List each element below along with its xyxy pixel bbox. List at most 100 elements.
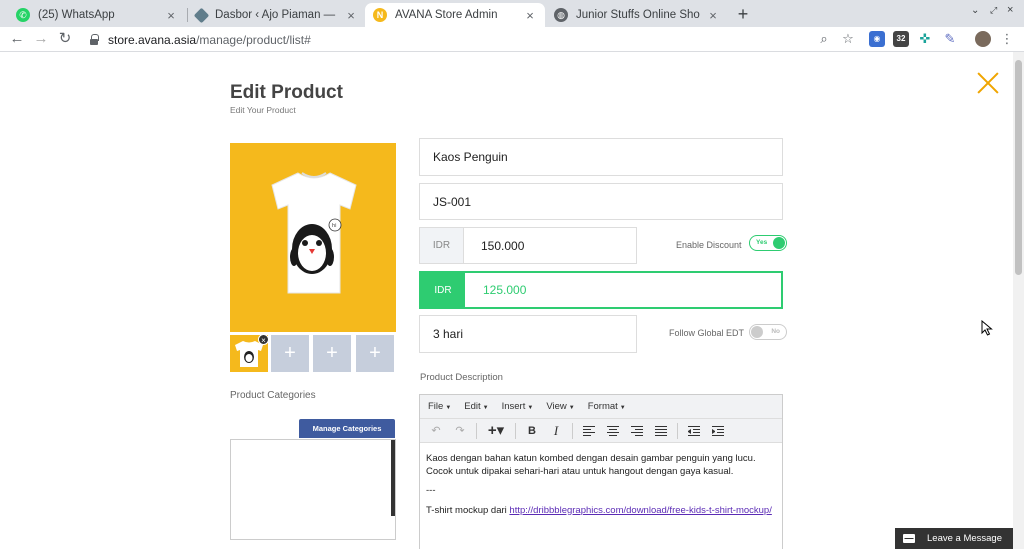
product-description-label: Product Description [420,372,503,383]
mouse-cursor-icon [981,320,993,336]
price-input[interactable]: IDR 150.000 [419,227,637,264]
bookmark-star-icon[interactable]: ☆ [840,31,856,47]
close-tab-icon[interactable]: × [164,8,178,23]
mockup-credit-link[interactable]: http://dribbblegraphics.com/download/fre… [509,505,771,516]
forward-arrow-icon[interactable]: → [32,30,50,48]
caret-down-icon: ▼ [568,405,575,411]
minimize-icon[interactable]: ⌄ [971,5,979,16]
insert-plus-icon[interactable]: +▾ [485,422,507,439]
description-separator: --- [426,485,436,496]
categories-list[interactable] [230,439,396,540]
toggle-knob [751,326,763,338]
add-image-button[interactable]: + [313,335,351,372]
close-tab-icon[interactable]: × [344,8,358,23]
product-categories-label: Product Categories [230,390,316,401]
outdent-icon[interactable] [686,423,702,439]
remove-image-icon[interactable]: × [258,334,269,345]
tab-title: AVANA Store Admin [395,9,498,21]
avana-icon: N [373,8,387,22]
extension-magic-icon[interactable]: ✎ [942,31,958,47]
align-left-icon[interactable] [581,423,597,439]
toggle-state-text: Yes [756,239,768,246]
close-tab-icon[interactable]: × [523,8,537,23]
tab-wordpress[interactable]: Dasbor ‹ Ajo Piaman — Word × [188,3,366,27]
editor-content[interactable]: Kaos dengan bahan katun kombed dengan de… [420,443,782,517]
globe-icon: ◍ [554,8,568,22]
close-window-icon[interactable]: × [1007,4,1013,16]
caret-down-icon: ▼ [445,405,452,411]
add-image-button[interactable]: + [356,335,394,372]
menu-insert[interactable]: Insert ▼ [502,401,534,412]
url-path: /manage/product/list# [196,32,311,47]
description-paragraph: Kaos dengan bahan katun kombed dengan de… [426,453,756,477]
close-icon[interactable] [977,72,999,94]
tab-junior-stuffs[interactable]: ◍ Junior Stuffs Online Shopping × [546,3,728,27]
browser-toolbar: ← → ↻ store.avana.asia/manage/product/li… [0,27,1024,52]
sku-input[interactable]: JS-001 [419,183,783,220]
extension-counter-icon[interactable]: 32 [893,31,909,47]
manage-categories-button[interactable]: Manage Categories [299,419,395,438]
whatsapp-icon: ✆ [16,8,30,22]
edt-input[interactable]: 3 hari [419,315,637,353]
tab-title: Dasbor ‹ Ajo Piaman — Word [215,9,338,21]
product-name-value: Kaos Penguin [433,150,508,164]
bold-icon[interactable]: B [524,423,540,439]
add-image-button[interactable]: + [271,335,309,372]
page-subtitle: Edit Your Product [230,105,296,115]
extension-person-icon[interactable]: ◉ [869,31,885,47]
italic-icon[interactable]: I [548,423,564,439]
svg-text:hi: hi [332,223,337,229]
product-main-image[interactable]: hi [230,143,396,332]
menu-dots-icon[interactable]: ⋮ [999,31,1015,47]
tab-title: Junior Stuffs Online Shopping [576,9,700,21]
product-name-input[interactable]: Kaos Penguin [419,138,783,176]
scrollbar-thumb[interactable] [1015,60,1022,275]
follow-global-edt-toggle[interactable]: No [749,324,787,340]
toggle-state-text: No [771,328,780,335]
toggle-knob [773,237,785,249]
menu-format[interactable]: Format ▼ [588,401,626,412]
align-center-icon[interactable] [605,423,621,439]
enable-discount-toggle[interactable]: Yes [749,235,787,251]
discount-price-input[interactable]: IDR 125.000 [419,271,783,309]
penguin-tshirt-illustration: hi [271,172,357,294]
tab-avana-admin[interactable]: N AVANA Store Admin × [365,3,545,27]
caret-down-icon: ▼ [527,405,534,411]
extension-pin-icon[interactable]: ✜ [917,31,933,47]
edit-product-page: Edit Product Edit Your Product hi × + + … [0,52,1013,549]
reload-icon[interactable]: ↻ [56,30,74,48]
address-bar[interactable]: store.avana.asia/manage/product/list# [82,29,862,50]
back-arrow-icon[interactable]: ← [8,30,26,48]
redo-icon[interactable]: ↷ [452,423,468,439]
follow-global-edt-label: Follow Global EDT [669,328,745,338]
page-scrollbar[interactable] [1013,52,1024,549]
maximize-icon[interactable]: ⤢ [990,5,997,16]
editor-toolbar: ↶ ↷ +▾ B I [420,419,782,443]
close-tab-icon[interactable]: × [706,8,720,23]
tab-whatsapp[interactable]: ✆ (25) WhatsApp × [8,3,186,27]
undo-icon[interactable]: ↶ [428,423,444,439]
categories-scrollbar[interactable] [391,440,395,516]
menu-file[interactable]: File ▼ [428,401,451,412]
caret-down-icon: ▼ [619,405,626,411]
tab-title: (25) WhatsApp [38,9,115,21]
leave-message-button[interactable]: Leave a Message [895,528,1013,549]
editor-menubar: File ▼ Edit ▼ Insert ▼ View ▼ Format ▼ [420,395,782,419]
new-tab-button[interactable]: + [732,3,754,25]
sku-value: JS-001 [433,194,472,209]
envelope-icon [903,534,915,543]
lock-icon [88,33,100,46]
menu-edit[interactable]: Edit ▼ [464,401,488,412]
profile-avatar[interactable] [975,31,991,47]
leave-message-label: Leave a Message [927,533,1002,544]
zoom-icon[interactable]: ⌕ [816,31,832,47]
align-right-icon[interactable] [629,423,645,439]
description-editor: File ▼ Edit ▼ Insert ▼ View ▼ Format ▼ ↶ ↷ +▾… [419,394,783,549]
toolbar-divider [515,422,516,439]
align-justify-icon[interactable] [653,423,669,439]
menu-view[interactable]: View ▼ [546,401,574,412]
enable-discount-label: Enable Discount [676,240,742,250]
price-value: 150.000 [481,238,525,253]
browser-tab-bar: ✆ (25) WhatsApp × Dasbor ‹ Ajo Piaman — … [0,0,1024,27]
indent-icon[interactable] [710,423,726,439]
